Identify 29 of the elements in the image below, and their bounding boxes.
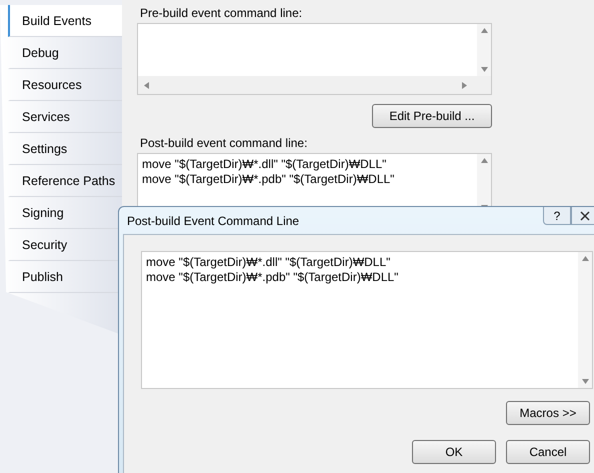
command-text: move "$(TargetDir)₩*.dll" "$(TargetDir)₩DLL" <box>141 156 388 172</box>
sidebar-tab[interactable]: Build Events <box>8 5 122 37</box>
close-icon <box>580 210 590 220</box>
command-text: move "$(TargetDir)₩*.dll" "$(TargetDir)₩DLL" <box>145 254 392 270</box>
command-text-area[interactable]: move "$(TargetDir)₩*.dll" "$(TargetDir)₩DLL" move "$(TargetDir)₩*.pdb" "$(TargetDir)₩DLL" <box>141 251 593 389</box>
macros-button[interactable]: Macros >> <box>506 401 590 425</box>
dialog-title: Post-build Event Command Line <box>127 214 300 228</box>
sidebar-tab[interactable]: Debug <box>8 37 122 69</box>
sidebar-tab[interactable]: Reference Paths <box>8 165 122 197</box>
scroll-down-icon[interactable] <box>480 67 488 72</box>
pre-build-text-area[interactable] <box>137 23 492 95</box>
command-text: move "$(TargetDir)₩*.pdb" "$(TargetDir)₩DLL" <box>141 172 396 187</box>
scroll-right-icon[interactable] <box>462 82 467 88</box>
scroll-down-icon[interactable] <box>582 379 588 384</box>
edit-pre-build-button[interactable]: Edit Pre-build ... <box>372 104 492 128</box>
help-button[interactable]: ? <box>543 207 571 225</box>
sidebar-tab[interactable]: Services <box>8 101 122 133</box>
scroll-up-icon[interactable] <box>582 256 588 261</box>
field-label: Pre-build event command line: <box>140 6 304 20</box>
scroll-left-icon[interactable] <box>144 82 149 88</box>
close-button[interactable] <box>571 207 594 225</box>
sidebar-tab[interactable]: Settings <box>8 133 122 165</box>
ok-button[interactable]: OK <box>412 440 496 464</box>
sidebar-tab[interactable]: Resources <box>8 69 122 101</box>
cancel-button[interactable]: Cancel <box>506 440 590 464</box>
command-text: move "$(TargetDir)₩*.pdb" "$(TargetDir)₩DLL" <box>145 270 400 285</box>
scroll-up-icon[interactable] <box>480 158 488 163</box>
scroll-up-icon[interactable] <box>480 28 488 33</box>
field-label: Post-build event command line: <box>140 136 308 150</box>
